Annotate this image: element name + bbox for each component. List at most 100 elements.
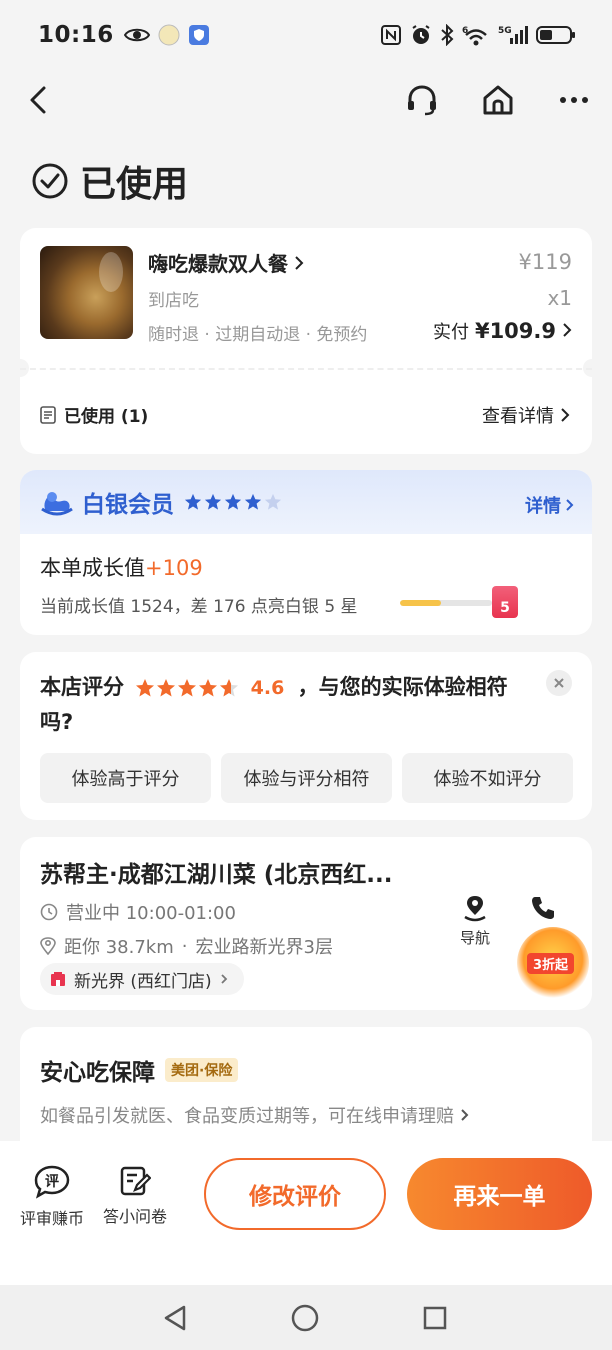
back-icon bbox=[30, 86, 46, 114]
assurance-desc: 如餐品引发就医、食品变质过期等，可在线申请理赔 bbox=[40, 1106, 454, 1127]
membership-card: 白银会员 详情 本单成长值+109 当前成长值 1524，差 176 点亮白银 … bbox=[20, 470, 592, 635]
edit-review-button[interactable]: 修改评价 bbox=[204, 1158, 386, 1230]
system-navigation-bar bbox=[0, 1285, 612, 1350]
survey-button[interactable]: 答小问卷 bbox=[103, 1165, 167, 1227]
rating-option-higher[interactable]: 体验高于评分 bbox=[40, 753, 211, 803]
shop-hours-row: 营业中 10:00-01:00 bbox=[40, 899, 236, 925]
assurance-desc-link[interactable]: 如餐品引发就医、食品变质过期等，可在线申请理赔 bbox=[40, 1102, 469, 1128]
membership-detail-label: 详情 bbox=[525, 496, 561, 517]
shop-address: 宏业路新光界3层 bbox=[195, 937, 333, 958]
moon-icon bbox=[158, 24, 180, 46]
app-shield-icon bbox=[188, 24, 210, 46]
navigation-button[interactable]: 导航 bbox=[460, 895, 490, 948]
clock-icon bbox=[40, 903, 58, 921]
dish-image[interactable] bbox=[40, 246, 133, 339]
status-time: 10:16 bbox=[38, 22, 114, 48]
membership-stars bbox=[184, 493, 282, 511]
review-earn-button[interactable]: 评 评审赚币 bbox=[20, 1165, 84, 1229]
customer-service-button[interactable] bbox=[400, 78, 444, 122]
view-details-link[interactable]: 查看详情 bbox=[482, 402, 570, 428]
used-coupon-row: 已使用 (1) bbox=[40, 402, 148, 427]
growth-value-row: 本单成长值+109 bbox=[40, 552, 203, 582]
assurance-title-row: 安心吃保障 美团·保险 bbox=[40, 1053, 239, 1087]
star-filled-icon bbox=[224, 493, 242, 510]
system-recents-button[interactable] bbox=[418, 1301, 452, 1335]
rating-stars bbox=[135, 678, 239, 698]
shop-hours: 营业中 10:00-01:00 bbox=[66, 903, 236, 924]
star-filled-icon bbox=[178, 679, 197, 697]
view-details-label: 查看详情 bbox=[482, 406, 554, 427]
growth-value: +109 bbox=[145, 556, 203, 580]
nfc-icon bbox=[380, 24, 402, 46]
order-status-title: 已使用 bbox=[32, 155, 188, 207]
chevron-right-icon bbox=[563, 323, 572, 337]
chevron-right-icon bbox=[461, 1109, 469, 1121]
membership-header: 白银会员 bbox=[20, 470, 592, 534]
shop-card: 苏帮主·成都江湖川菜 (北京西红... 营业中 10:00-01:00 距你 3… bbox=[20, 837, 592, 1010]
deal-price: ¥119 bbox=[518, 250, 572, 274]
used-count: 已使用 (1) bbox=[64, 407, 149, 427]
deal-quantity: x1 bbox=[547, 286, 572, 310]
eye-icon bbox=[123, 26, 150, 44]
system-back-button[interactable] bbox=[158, 1301, 192, 1335]
svg-text:5G: 5G bbox=[498, 26, 512, 36]
square-recents-icon bbox=[423, 1306, 447, 1330]
membership-detail-link[interactable]: 详情 bbox=[525, 492, 574, 518]
discount-promo-badge[interactable]: 3折起 bbox=[517, 927, 589, 999]
back-button[interactable] bbox=[16, 78, 60, 122]
deal-name: 嗨吃爆款双人餐 bbox=[148, 252, 288, 276]
wifi-icon: 6 bbox=[462, 24, 490, 46]
membership-title: 白银会员 bbox=[82, 492, 174, 518]
document-icon bbox=[40, 405, 56, 424]
call-button[interactable] bbox=[530, 895, 556, 925]
shop-name[interactable]: 苏帮主·成都江湖川菜 (北京西红... bbox=[40, 855, 440, 889]
paid-label: 实付 bbox=[432, 322, 469, 343]
alarm-icon bbox=[410, 24, 432, 46]
star-filled-icon bbox=[157, 679, 176, 697]
home-button[interactable] bbox=[476, 78, 520, 122]
discount-promo-label: 3折起 bbox=[527, 953, 575, 974]
more-button[interactable] bbox=[552, 78, 596, 122]
survey-label: 答小问卷 bbox=[103, 1207, 168, 1226]
rating-close-button[interactable] bbox=[546, 670, 572, 696]
system-home-button[interactable] bbox=[288, 1301, 322, 1335]
svg-text:评: 评 bbox=[45, 1174, 59, 1190]
shop-distance: 距你 38.7km bbox=[64, 937, 174, 958]
chevron-right-icon bbox=[295, 255, 304, 270]
deal-tags: 随时退 · 过期自动退 · 免预约 bbox=[148, 325, 368, 345]
red-envelope-number: 5 bbox=[500, 600, 510, 616]
mall-chip[interactable]: 新光界 (西红门店) bbox=[40, 963, 244, 995]
insurance-badge: 美团·保险 bbox=[165, 1058, 239, 1082]
cellular-5g-icon: 5G bbox=[498, 24, 528, 46]
review-bubble-icon: 评 bbox=[34, 1165, 70, 1199]
rating-card: 本店评分 4.6 ，与您的实际体验相符吗? 体验高于评分 体验与评分相符 体验不… bbox=[20, 652, 592, 820]
rating-option-lower[interactable]: 体验不如评分 bbox=[402, 753, 573, 803]
silver-member-icon bbox=[41, 492, 73, 516]
star-empty-icon bbox=[264, 493, 282, 510]
reorder-button[interactable]: 再来一单 bbox=[407, 1158, 592, 1230]
home-icon bbox=[483, 85, 513, 115]
navigation-pin-icon bbox=[464, 896, 486, 922]
navigation-label: 导航 bbox=[460, 929, 491, 947]
growth-progress-bar bbox=[400, 600, 492, 606]
chevron-right-icon bbox=[561, 408, 570, 422]
growth-status: 当前成长值 1524，差 176 点亮白银 5 星 bbox=[40, 597, 358, 617]
star-filled-icon bbox=[136, 679, 155, 697]
chevron-right-icon bbox=[566, 499, 574, 511]
star-filled-icon bbox=[184, 493, 202, 510]
check-circle-icon bbox=[32, 163, 68, 199]
mall-icon bbox=[51, 972, 65, 986]
deal-name-link[interactable]: 嗨吃爆款双人餐 bbox=[148, 248, 304, 277]
headset-icon bbox=[408, 85, 436, 116]
shop-location-row: 距你 38.7km · 宏业路新光界3层 bbox=[40, 933, 333, 959]
star-filled-icon bbox=[244, 493, 262, 510]
status-bar: 10:16 6 5G bbox=[0, 0, 612, 70]
nav-bar bbox=[0, 70, 612, 130]
red-envelope-badge[interactable]: 5 bbox=[492, 586, 518, 618]
rating-option-match[interactable]: 体验与评分相符 bbox=[221, 753, 392, 803]
order-card: 嗨吃爆款双人餐 到店吃 随时退 · 过期自动退 · 免预约 ¥119 x1 实付… bbox=[11, 228, 601, 454]
deal-type: 到店吃 bbox=[148, 291, 199, 311]
rating-question: 本店评分 4.6 ，与您的实际体验相符吗? bbox=[40, 670, 540, 739]
paid-amount-link[interactable]: 实付 ¥109.9 bbox=[433, 318, 572, 344]
close-icon bbox=[554, 678, 564, 688]
